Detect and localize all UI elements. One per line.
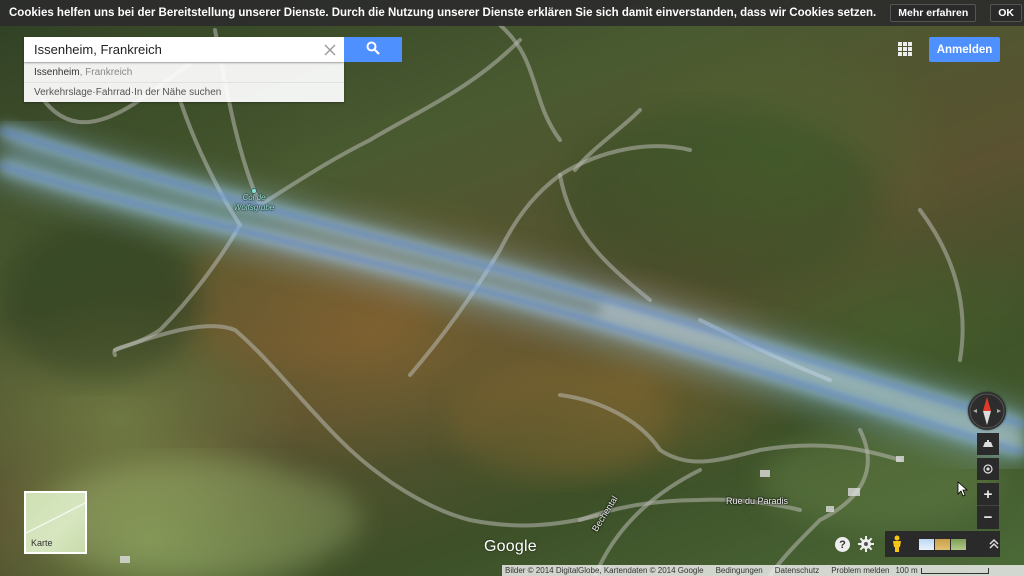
report-problem-link[interactable]: Problem melden — [831, 566, 889, 575]
pegman-icon[interactable] — [891, 535, 903, 553]
gear-icon[interactable] — [857, 535, 875, 553]
link-search-nearby[interactable]: In der Nähe suchen — [134, 87, 221, 98]
scale-line — [920, 567, 989, 574]
scale-bar[interactable]: 100 m — [892, 566, 989, 575]
privacy-link[interactable]: Datenschutz — [775, 566, 819, 575]
signin-button[interactable]: Anmelden — [929, 37, 1000, 62]
imagery-thumb[interactable] — [919, 538, 934, 550]
imagery-thumb[interactable] — [935, 538, 950, 550]
pass-label-line2: Wolfsgrube — [233, 203, 275, 212]
link-traffic[interactable]: Verkehrslage — [34, 87, 92, 98]
imagery-thumbnails — [919, 538, 966, 550]
learn-more-button[interactable]: Mehr erfahren — [890, 4, 977, 22]
search-row — [24, 37, 402, 62]
quick-links: Verkehrslage · Fahrrad · In der Nähe suc… — [24, 82, 344, 102]
expand-icon[interactable] — [988, 537, 1000, 551]
search-button[interactable] — [344, 37, 402, 62]
help-icon[interactable]: ? — [835, 537, 850, 552]
cookie-ok-button[interactable]: OK — [990, 4, 1023, 22]
footer-bar: Bilder © 2014 DigitalGlobe, Kartendaten … — [502, 565, 1024, 576]
terms-link[interactable]: Bedingungen — [716, 566, 763, 575]
compass-icon[interactable] — [968, 392, 1006, 430]
cursor-icon — [957, 481, 969, 497]
zoom-in-button[interactable]: + — [977, 483, 999, 506]
cookie-banner: Cookies helfen uns bei der Bereitstellun… — [0, 0, 1024, 26]
apps-icon[interactable] — [898, 42, 912, 56]
tilt-icon[interactable] — [977, 433, 999, 455]
attribution: Bilder © 2014 DigitalGlobe, Kartendaten … — [505, 566, 704, 575]
search-input[interactable] — [24, 37, 344, 62]
cookie-message: Cookies helfen uns bei der Bereitstellun… — [9, 7, 877, 19]
road-label-paradis: Rue du Paradis — [726, 496, 789, 506]
link-bicycle[interactable]: Fahrrad — [96, 87, 131, 98]
scale-label: 100 m — [895, 566, 918, 575]
map-type-label: Karte — [31, 538, 53, 548]
imagery-tray — [885, 531, 1000, 557]
pass-label: Col de Wolfsgrube — [226, 193, 282, 213]
zoom-out-button[interactable]: − — [977, 506, 999, 529]
pass-label-line1: Col de — [242, 193, 266, 202]
clear-icon[interactable] — [322, 42, 337, 57]
zoom-control: + − — [977, 483, 999, 529]
google-logo: Google — [484, 538, 537, 555]
location-icon[interactable] — [977, 458, 999, 480]
search-panel: Issenheim, Frankreich Verkehrslage · Fah… — [24, 37, 402, 102]
imagery-thumb[interactable] — [951, 538, 966, 550]
search-icon — [366, 41, 380, 58]
suggestion-primary: Issenheim — [34, 67, 80, 78]
suggestion-list: Issenheim, Frankreich Verkehrslage · Fah… — [24, 62, 344, 102]
map-type-toggle[interactable]: Karte — [24, 491, 87, 554]
suggestion-item[interactable]: Issenheim, Frankreich — [24, 62, 344, 82]
suggestion-secondary: , Frankreich — [79, 67, 133, 78]
